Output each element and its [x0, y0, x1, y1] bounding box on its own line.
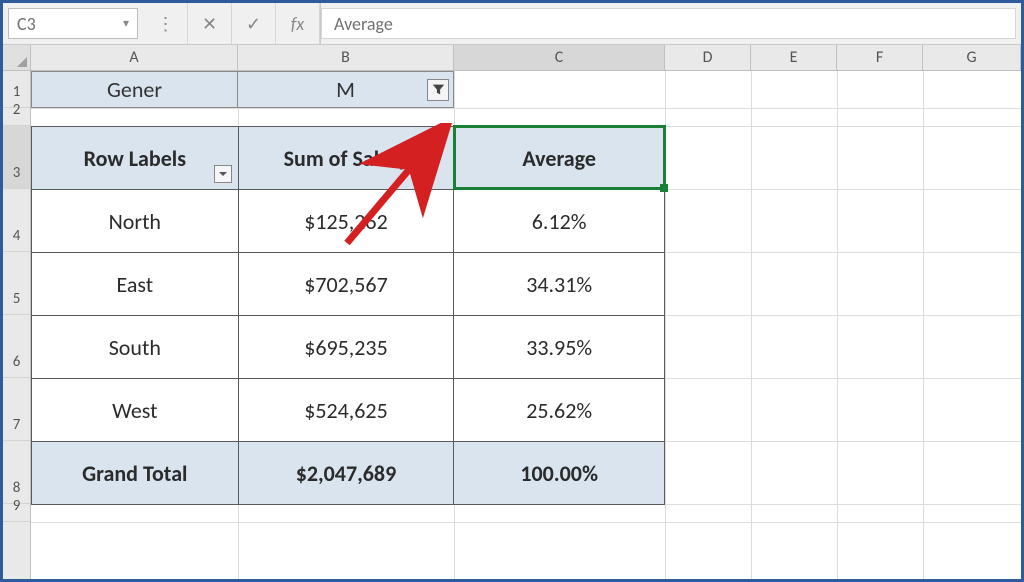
cell[interactable]: 6.12%: [454, 190, 665, 253]
row-head-7[interactable]: 7: [3, 378, 30, 441]
col-head-c[interactable]: C: [454, 45, 665, 70]
cell[interactable]: South: [32, 316, 239, 379]
cell[interactable]: $2,047,689: [238, 442, 454, 505]
row-head-8[interactable]: 8: [3, 441, 30, 504]
pivot-table: Row Labels Sum of Salary Average: [31, 126, 665, 505]
row-head-6[interactable]: 6: [3, 315, 30, 378]
cell[interactable]: $702,567: [238, 253, 454, 316]
table-row: North $125,262 6.12%: [32, 190, 665, 253]
table-row: West $524,625 25.62%: [32, 379, 665, 442]
cell[interactable]: $125,262: [238, 190, 454, 253]
filter-dropdown-button[interactable]: [427, 79, 449, 101]
row-headers: 1 2 3 4 5 6 7 8 9: [3, 71, 31, 579]
cell[interactable]: 33.95%: [454, 316, 665, 379]
row-labels-dropdown[interactable]: [214, 165, 232, 183]
pivot-filter-label: Gener: [31, 71, 238, 108]
pivot-filter-value: M: [336, 76, 355, 103]
grand-total-row: Grand Total $2,047,689 100.00%: [32, 442, 665, 505]
cancel-button[interactable]: ✕: [188, 3, 232, 44]
row-head-2[interactable]: 2: [3, 108, 30, 126]
name-box[interactable]: C3 ▾: [8, 8, 138, 39]
cell[interactable]: 100.00%: [454, 442, 665, 505]
name-box-text: C3: [17, 13, 123, 35]
col-head-b[interactable]: B: [238, 45, 454, 70]
formula-input[interactable]: Average: [321, 8, 1016, 39]
select-all-corner[interactable]: [3, 45, 31, 70]
col-head-a[interactable]: A: [31, 45, 238, 70]
cell[interactable]: Grand Total: [32, 442, 239, 505]
cell[interactable]: West: [32, 379, 239, 442]
col-head-e[interactable]: E: [751, 45, 837, 70]
insert-function-button[interactable]: fx: [276, 3, 320, 44]
header-sum-salary[interactable]: Sum of Salary: [238, 127, 454, 190]
spreadsheet-grid: A B C D E F G 1 2 3 4 5 6 7 8 9: [3, 45, 1021, 579]
col-head-f[interactable]: F: [837, 45, 923, 70]
column-headers: A B C D E F G: [3, 45, 1021, 71]
filter-icon: [432, 83, 445, 96]
chevron-down-icon: ▾: [123, 16, 129, 31]
formula-input-text: Average: [334, 13, 393, 35]
header-average[interactable]: Average: [454, 127, 665, 190]
formula-options-button[interactable]: ⋮: [144, 3, 188, 44]
formula-bar: C3 ▾ ⋮ ✕ ✓ fx Average: [3, 3, 1021, 45]
row-head-3[interactable]: 3: [3, 126, 30, 189]
pivot-filter-value-cell[interactable]: M: [238, 71, 454, 108]
cell[interactable]: East: [32, 253, 239, 316]
col-head-d[interactable]: D: [665, 45, 751, 70]
col-head-g[interactable]: G: [923, 45, 1021, 70]
cell-area[interactable]: Gener M: [31, 71, 1021, 579]
chevron-down-icon: [218, 169, 228, 179]
excel-window: C3 ▾ ⋮ ✕ ✓ fx Average A B C D E F G 1 2 …: [0, 0, 1024, 582]
pivot-filter-row: Gener M: [31, 71, 454, 108]
row-head-9[interactable]: 9: [3, 504, 30, 522]
row-head-4[interactable]: 4: [3, 189, 30, 252]
table-row: South $695,235 33.95%: [32, 316, 665, 379]
cell[interactable]: 34.31%: [454, 253, 665, 316]
cell[interactable]: $695,235: [238, 316, 454, 379]
cell[interactable]: North: [32, 190, 239, 253]
row-head-5[interactable]: 5: [3, 252, 30, 315]
enter-button[interactable]: ✓: [232, 3, 276, 44]
cell[interactable]: $524,625: [238, 379, 454, 442]
cell[interactable]: 25.62%: [454, 379, 665, 442]
table-row: East $702,567 34.31%: [32, 253, 665, 316]
header-row-labels[interactable]: Row Labels: [32, 127, 239, 190]
